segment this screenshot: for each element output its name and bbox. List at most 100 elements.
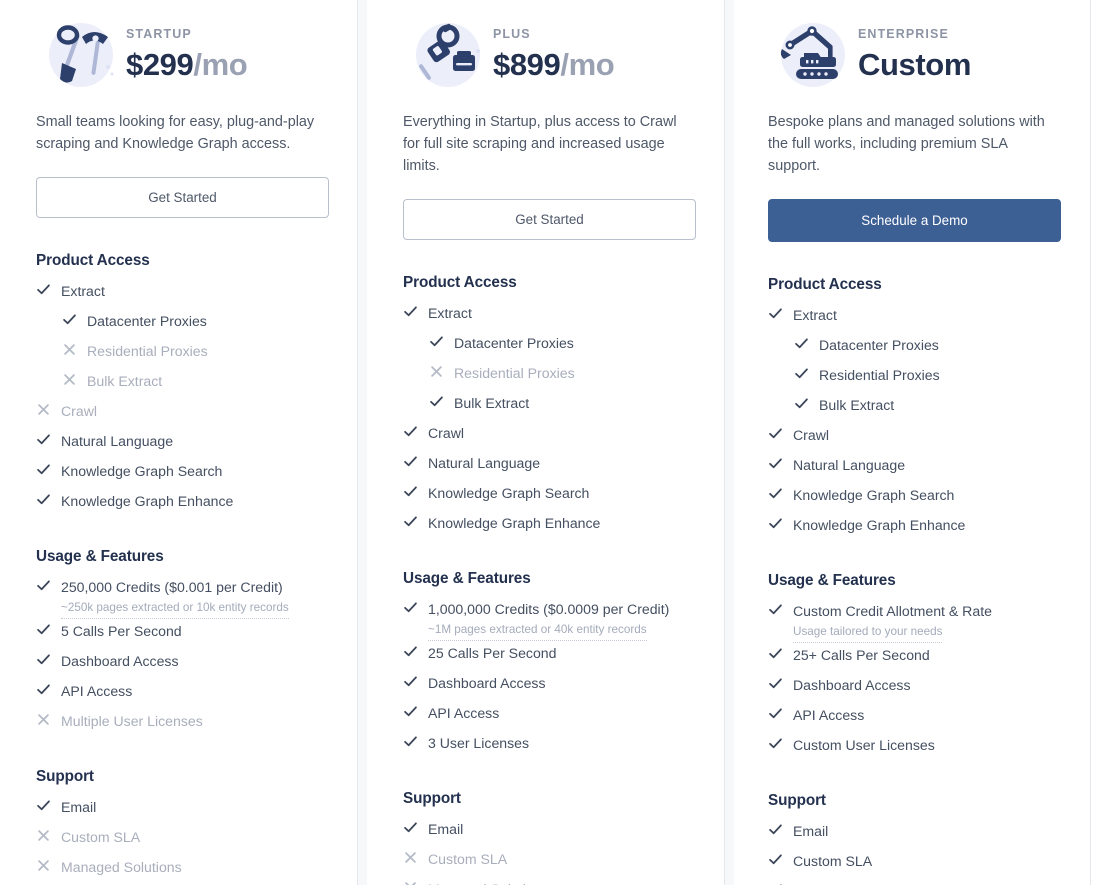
feature-label: Custom SLA bbox=[61, 829, 141, 846]
feature-label: API Access bbox=[61, 683, 133, 700]
check-icon bbox=[768, 306, 793, 327]
check-icon bbox=[403, 674, 428, 695]
feature-label: 250,000 Credits ($0.001 per Credit) bbox=[61, 579, 283, 596]
check-icon bbox=[768, 646, 793, 667]
feature-item: Dashboard Access bbox=[768, 673, 1061, 703]
check-icon bbox=[36, 682, 61, 703]
plan-price-period: /mo bbox=[193, 47, 248, 83]
feature-item: Crawl bbox=[403, 421, 696, 451]
plan-header: ENTERPRISE Custom bbox=[768, 0, 1061, 92]
feature-item: Custom User Licenses bbox=[768, 733, 1061, 763]
feature-label: Residential Proxies bbox=[454, 365, 575, 382]
section-title: Support bbox=[768, 792, 826, 810]
feature-list: Email Custom SLA Managed Solutions bbox=[36, 795, 329, 885]
feature-label: Knowledge Graph Search bbox=[793, 487, 955, 504]
check-icon bbox=[403, 820, 428, 841]
feature-note: ~250k pages extracted or 10k entity reco… bbox=[61, 597, 289, 620]
plan-description: Bespoke plans and managed solutions with… bbox=[768, 114, 1045, 174]
plan-price-period: /mo bbox=[560, 47, 615, 83]
section-title: Support bbox=[403, 790, 461, 808]
check-icon bbox=[36, 798, 61, 819]
feature-item: Extract bbox=[36, 279, 329, 309]
feature-item: Multiple User Licenses bbox=[36, 709, 329, 739]
cross-icon bbox=[62, 342, 87, 363]
check-icon bbox=[768, 426, 793, 447]
feature-label: Managed Solutions bbox=[61, 859, 182, 876]
check-icon bbox=[768, 676, 793, 697]
feature-item: Residential Proxies bbox=[768, 363, 1061, 393]
cross-icon bbox=[36, 712, 61, 733]
cross-icon bbox=[62, 372, 87, 393]
section-support: Support Email Custom SLA Managed Solutio… bbox=[36, 739, 329, 885]
feature-label: Managed Solutions bbox=[428, 879, 549, 885]
plan-tier-label: PLUS bbox=[493, 26, 531, 41]
feature-item: Custom SLA bbox=[768, 849, 1061, 879]
plan-cta-button[interactable]: Get Started bbox=[403, 198, 696, 241]
pricing-plans-grid: STARTUP $299/mo Small teams looking for … bbox=[0, 0, 1107, 885]
check-icon bbox=[768, 736, 793, 757]
feature-note: Usage tailored to your needs bbox=[793, 621, 943, 644]
plan-card-plus: PLUS $899/mo Everything in Startup, plus… bbox=[357, 0, 734, 885]
feature-item: Bulk Extract bbox=[36, 369, 329, 399]
feature-item: Custom SLA bbox=[403, 847, 696, 877]
section-product-access: Product Access Extract Datacenter Proxie… bbox=[36, 218, 329, 519]
feature-label: Bulk Extract bbox=[87, 373, 163, 390]
feature-item: Extract bbox=[768, 303, 1061, 333]
check-icon bbox=[403, 484, 428, 505]
feature-note: ~1M pages extracted or 40k entity record… bbox=[428, 619, 647, 642]
feature-item: Datacenter Proxies bbox=[36, 309, 329, 339]
feature-label: Dashboard Access bbox=[61, 653, 179, 670]
feature-item: 3 User Licenses bbox=[403, 731, 696, 761]
feature-item: API Access bbox=[768, 703, 1061, 733]
check-icon bbox=[794, 336, 819, 357]
section-title: Support bbox=[36, 768, 94, 786]
feature-label: Knowledge Graph Enhance bbox=[428, 515, 601, 532]
plan-description: Everything in Startup, plus access to Cr… bbox=[403, 114, 677, 174]
feature-item: Knowledge Graph Enhance bbox=[403, 511, 696, 541]
feature-label: Datacenter Proxies bbox=[454, 335, 574, 352]
feature-label: Extract bbox=[61, 283, 105, 300]
check-icon bbox=[36, 462, 61, 483]
feature-label: Knowledge Graph Search bbox=[61, 463, 223, 480]
check-icon bbox=[768, 602, 793, 623]
feature-label: Datacenter Proxies bbox=[87, 313, 207, 330]
feature-list: Extract Datacenter Proxies Residential P… bbox=[768, 303, 1061, 543]
section-product-access: Product Access Extract Datacenter Proxie… bbox=[768, 242, 1061, 543]
feature-list: Extract Datacenter Proxies Residential P… bbox=[403, 301, 696, 541]
feature-list: Extract Datacenter Proxies Residential P… bbox=[36, 279, 329, 519]
feature-item: Knowledge Graph Search bbox=[768, 483, 1061, 513]
check-icon bbox=[403, 424, 428, 445]
check-icon bbox=[403, 644, 428, 665]
feature-label: Crawl bbox=[428, 425, 465, 442]
feature-list: 250,000 Credits ($0.001 per Credit) ~250… bbox=[36, 575, 329, 739]
feature-label: Residential Proxies bbox=[819, 367, 940, 384]
feature-label: Natural Language bbox=[61, 433, 174, 450]
check-icon bbox=[403, 454, 428, 475]
check-icon bbox=[36, 652, 61, 673]
feature-label: Datacenter Proxies bbox=[819, 337, 939, 354]
feature-label: Extract bbox=[793, 307, 837, 324]
feature-item: 25 Calls Per Second bbox=[403, 641, 696, 671]
feature-label: Natural Language bbox=[428, 455, 541, 472]
check-icon bbox=[768, 822, 793, 843]
feature-item: Custom SLA bbox=[36, 825, 329, 855]
feature-label: 25 Calls Per Second bbox=[428, 645, 557, 662]
feature-item: Crawl bbox=[768, 423, 1061, 453]
section-title: Usage & Features bbox=[768, 572, 896, 590]
check-icon bbox=[429, 334, 454, 355]
cross-icon bbox=[36, 828, 61, 849]
feature-item: Dashboard Access bbox=[36, 649, 329, 679]
plan-cta-button[interactable]: Get Started bbox=[36, 176, 329, 219]
plan-cta-button[interactable]: Schedule a Demo bbox=[768, 198, 1061, 243]
check-icon bbox=[36, 432, 61, 453]
feature-item: Datacenter Proxies bbox=[403, 331, 696, 361]
feature-label: Multiple User Licenses bbox=[61, 713, 203, 730]
feature-item: Custom Credit Allotment & Rate Usage tai… bbox=[768, 599, 1061, 644]
check-icon bbox=[403, 304, 428, 325]
check-icon bbox=[768, 852, 793, 873]
feature-label: Managed Solutions bbox=[793, 881, 914, 885]
plan-price: $299/mo bbox=[126, 47, 248, 83]
feature-item: Dashboard Access bbox=[403, 671, 696, 701]
column-divider bbox=[1090, 0, 1091, 885]
cross-icon bbox=[429, 364, 454, 385]
